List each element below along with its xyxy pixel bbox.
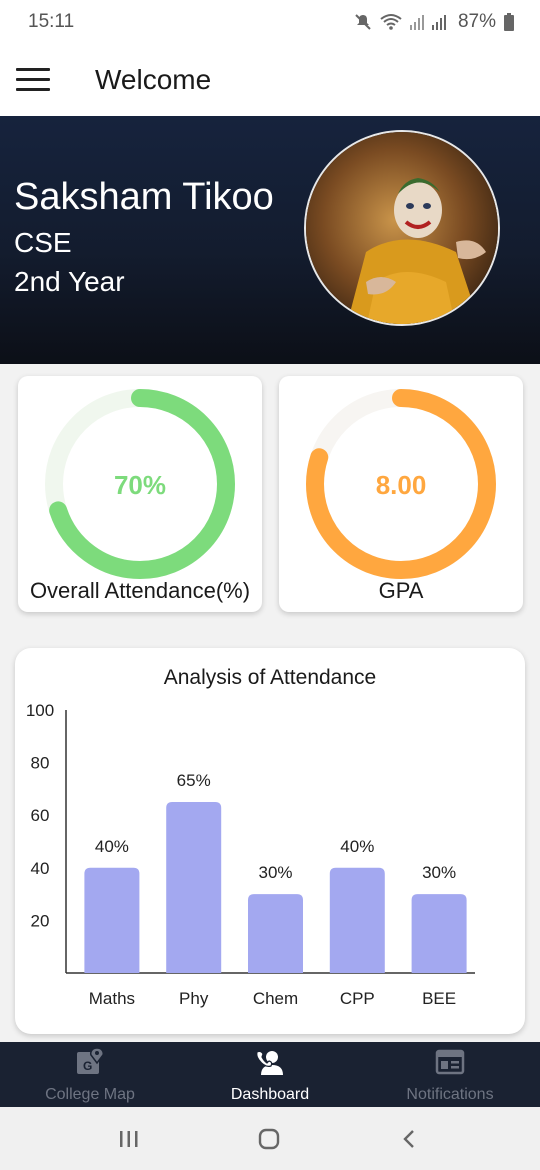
student-name: Saksham Tikoo [14,176,274,218]
gpa-value: 8.00 [376,470,427,500]
status-time: 15:11 [28,11,75,32]
x-tick-label: CPP [340,989,375,1008]
wifi-icon [380,14,402,30]
bar-maths [84,867,140,973]
attendance-card[interactable]: 70% Overall Attendance(%) [18,376,262,612]
data-label: 30% [258,863,292,882]
x-tick-label: Phy [179,989,209,1008]
page-title: Welcome [95,64,212,95]
back-icon[interactable] [400,1129,418,1149]
profile-avatar[interactable] [304,130,500,326]
dashboard-person-icon [256,1050,283,1075]
profile-header: Saksham Tikoo CSE 2nd Year [0,116,540,364]
attendance-ring: 70% [45,389,235,579]
student-branch: CSE [14,227,72,258]
x-tick-label: BEE [422,989,456,1008]
attendance-label: Overall Attendance(%) [29,578,251,603]
app-bar: Welcome [0,44,540,116]
x-tick-label: Maths [89,989,135,1008]
status-bar: 15:11 87% [0,0,540,44]
nav-dashboard[interactable]: Dashboard [180,1042,360,1107]
nav-college-map[interactable]: G College Map [0,1042,180,1107]
bar-chem [248,894,303,973]
gpa-label: GPA [378,578,424,603]
y-tick-label: 100 [26,701,54,720]
y-tick-label: 20 [31,911,50,930]
battery-percent: 87% [457,11,496,32]
nav-label-dashboard: Dashboard [230,1086,310,1103]
gpa-card[interactable]: 8.00 GPA [279,376,523,612]
system-navigation-bar [0,1107,540,1170]
y-tick-label: 60 [31,806,50,825]
status-icons: 87% [354,11,514,33]
data-label: 40% [340,837,374,856]
notifications-board-icon [435,1049,465,1075]
nav-notifications[interactable]: Notifications [360,1042,540,1107]
svg-text:G: G [83,1059,92,1073]
data-label: 65% [177,771,211,790]
mute-icon [355,14,371,30]
map-pin-icon: G [77,1048,104,1074]
nav-label-college-map: College Map [45,1086,135,1103]
student-year: 2nd Year [14,266,125,297]
data-label: 40% [95,837,129,856]
signal-icon [409,15,446,30]
gpa-ring: 8.00 [306,389,496,579]
y-tick-label: 40 [31,859,50,878]
bottom-navigation: G College Map Dashboard Notifications [0,1042,540,1107]
bar-cpp [329,867,385,973]
battery-icon [504,13,514,31]
data-label: 30% [422,863,456,882]
nav-label-notifications: Notifications [406,1086,494,1103]
y-tick-label: 80 [31,754,50,773]
recents-icon[interactable] [118,1129,140,1149]
attendance-value: 70% [114,470,166,500]
home-icon[interactable] [258,1128,280,1150]
attendance-chart-card: Analysis of Attendance 100 80 60 40 20 40% Mat… [15,648,525,1034]
attendance-bar-chart: 100 80 60 40 20 40% Maths 65% Phy 30% Chem 40% CPP 30… [26,701,475,1008]
bar-phy [166,802,222,973]
x-tick-label: Chem [253,989,298,1008]
hamburger-menu-icon[interactable] [16,68,50,92]
bar-bee [411,894,467,973]
